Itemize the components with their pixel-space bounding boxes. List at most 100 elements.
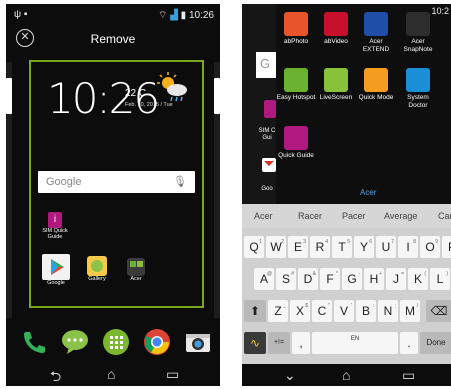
- left-phone-screen: ψ ▪ ⌔ ▟ ▮ 10:26 ✕ Remove 10:26 22 C Feb.…: [6, 4, 220, 386]
- app-sim-quick-guide[interactable]: i SIM Quick Guide: [40, 212, 70, 240]
- drawer-app-acer-snapnote[interactable]: Acer SnapNote: [398, 12, 438, 54]
- key-b[interactable]: :B: [356, 300, 376, 322]
- acer-folder-icon: [127, 258, 145, 276]
- drawer-app-abphoto[interactable]: abPhoto: [276, 12, 316, 46]
- app-acer-folder[interactable]: Acer: [124, 258, 148, 282]
- remove-bar[interactable]: ✕ Remove: [6, 26, 220, 54]
- key-w[interactable]: 2W: [266, 236, 286, 258]
- key-label: F: [326, 272, 334, 286]
- suggestion-2[interactable]: Racer: [298, 211, 322, 221]
- key-v[interactable]: ' V: [334, 300, 354, 322]
- key-a[interactable]: @ A: [254, 268, 274, 290]
- key-e[interactable]: 3E: [288, 236, 308, 258]
- recents-icon[interactable]: ▭: [166, 366, 179, 383]
- folder-name[interactable]: Acer: [360, 188, 376, 197]
- messaging-icon[interactable]: [61, 328, 89, 356]
- key-o[interactable]: 9O: [420, 236, 440, 258]
- google-search-bar[interactable]: Google 🎙: [38, 171, 195, 193]
- key-n[interactable]: ; N: [378, 300, 398, 322]
- symbols-key[interactable]: +!=: [268, 332, 290, 354]
- key-secondary-label: 9: [435, 239, 438, 245]
- key-u[interactable]: 7U: [376, 236, 396, 258]
- home-icon[interactable]: ⌂: [342, 367, 350, 383]
- chrome-icon[interactable]: [143, 328, 171, 356]
- drawer-app-easy-hotspot[interactable]: Easy Hotspot: [276, 68, 316, 102]
- key-z[interactable]: _ Z: [268, 300, 288, 322]
- key-secondary-label: 2: [281, 239, 284, 245]
- key-m[interactable]: / M: [400, 300, 420, 322]
- suggestion-5[interactable]: Car: [438, 211, 451, 221]
- key-secondary-label: ': [351, 303, 352, 309]
- key-secondary-label: /: [416, 303, 418, 309]
- app-label: Acer EXTEND: [362, 38, 390, 53]
- back-icon[interactable]: ⮌: [50, 366, 61, 386]
- gallery-icon: [87, 256, 107, 276]
- key-y[interactable]: 6Y: [354, 236, 374, 258]
- screenshot-stage: ψ ▪ ⌔ ▟ ▮ 10:26 ✕ Remove 10:26 22 C Feb.…: [0, 0, 451, 389]
- signal-icon: ▟: [170, 10, 178, 21]
- key-label: Q: [249, 240, 259, 254]
- key-s[interactable]: # S: [276, 268, 296, 290]
- key-label: T: [338, 240, 346, 254]
- swype-key[interactable]: ∿: [244, 332, 266, 354]
- app-label: SIM Quick Guide: [42, 228, 68, 240]
- key-r[interactable]: 4R: [310, 236, 330, 258]
- key-secondary-label: +: [379, 271, 382, 277]
- mic-icon[interactable]: 🎙: [173, 175, 187, 188]
- app-gallery[interactable]: Gallery: [84, 256, 110, 282]
- suggestion-1[interactable]: Acer: [254, 211, 273, 221]
- key-label: N: [383, 304, 393, 318]
- key-q[interactable]: 1Q: [244, 236, 264, 258]
- space-key[interactable]: EN: [312, 332, 398, 354]
- backspace-key[interactable]: ⌫: [426, 300, 451, 322]
- key-f[interactable]: * F: [320, 268, 340, 290]
- key-label: J: [393, 272, 399, 286]
- camera-icon[interactable]: [184, 328, 212, 356]
- key-g[interactable]: -G: [342, 268, 362, 290]
- suggestion-3[interactable]: Pacer: [342, 211, 366, 221]
- drawer-app-quick-mode[interactable]: Quick Mode: [356, 68, 396, 102]
- key-x[interactable]: $ X: [290, 300, 310, 322]
- drawer-app-acer-extend[interactable]: Acer EXTEND: [356, 12, 396, 54]
- back-icon[interactable]: ⌄: [284, 367, 296, 384]
- drawer-app-abvideo[interactable]: abVideo: [316, 12, 356, 46]
- home-icon[interactable]: ⌂: [107, 366, 115, 382]
- key-label: R: [315, 240, 325, 254]
- key-l[interactable]: ) L: [430, 268, 450, 290]
- next-page-handle[interactable]: [214, 78, 220, 114]
- app-label: abVideo: [324, 38, 348, 45]
- status-time: 10:26: [188, 10, 214, 21]
- livescreen-icon: [324, 68, 348, 92]
- suggestion-4[interactable]: Average: [384, 211, 417, 221]
- app-drawer-icon[interactable]: [102, 328, 130, 356]
- hotspot-icon: [284, 68, 308, 92]
- period-key[interactable]: .: [400, 332, 418, 354]
- key-t[interactable]: 5T: [332, 236, 352, 258]
- app-google[interactable]: Google: [34, 254, 78, 286]
- drawer-app-system-doctor[interactable]: System Doctor: [398, 68, 438, 110]
- key-c[interactable]: " C: [312, 300, 332, 322]
- key-i[interactable]: 8I: [398, 236, 418, 258]
- drawer-app-quick-guide[interactable]: Quick Guide: [276, 126, 316, 160]
- key-secondary-label: 5: [347, 239, 350, 245]
- app-label: Acer SnapNote: [403, 38, 433, 53]
- play-store-icon: [42, 254, 70, 280]
- key-d[interactable]: & D: [298, 268, 318, 290]
- system-doctor-icon: [406, 68, 430, 92]
- shift-key[interactable]: ⬆: [244, 300, 266, 322]
- app-label: Acer: [130, 276, 142, 282]
- done-key[interactable]: Done: [420, 332, 451, 354]
- soft-keyboard: Acer Racer Pacer Average Car 1Q2W3E4R5T6…: [242, 204, 451, 364]
- key-k[interactable]: (K: [408, 268, 428, 290]
- key-h[interactable]: + H: [364, 268, 384, 290]
- drawer-app-livescreen[interactable]: LiveScreen: [316, 68, 356, 102]
- phone-icon[interactable]: [20, 328, 48, 356]
- key-secondary-label: 7: [391, 239, 394, 245]
- key-j[interactable]: = J: [386, 268, 406, 290]
- previous-page-handle[interactable]: [6, 78, 12, 114]
- recents-icon[interactable]: ▭: [402, 367, 415, 384]
- key-p[interactable]: 0P: [442, 236, 451, 258]
- usb-icon: ψ ▪: [14, 9, 28, 20]
- comma-key[interactable]: ,: [292, 332, 310, 354]
- key-secondary-label: 6: [369, 239, 372, 245]
